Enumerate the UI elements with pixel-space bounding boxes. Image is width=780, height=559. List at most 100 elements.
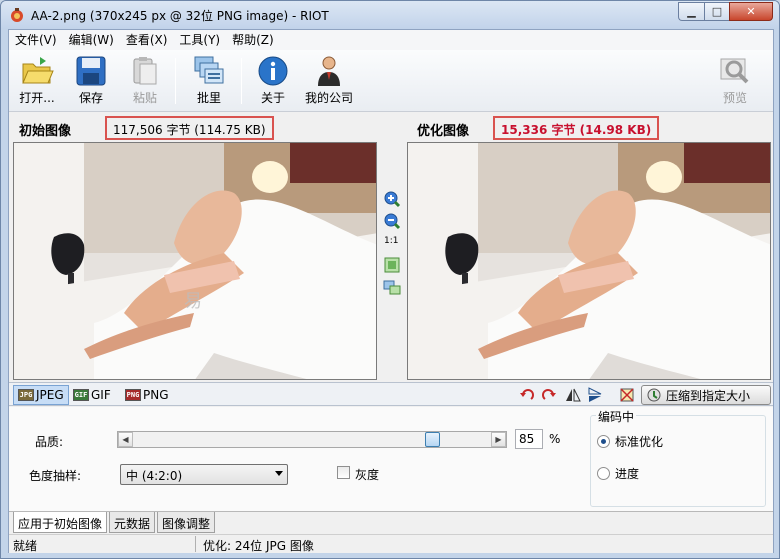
rotate-right-icon[interactable] xyxy=(541,387,557,403)
jpeg-settings-panel: 品质: ◀ ▶ 85 % 色度抽样: 中 (4:2:0) 灰度 编码中 标准优化… xyxy=(9,407,773,511)
status-optimized-info: 优化: 24位 JPG 图像 xyxy=(203,539,314,553)
rotate-left-icon[interactable] xyxy=(519,387,535,403)
grayscale-label: 灰度 xyxy=(355,468,380,482)
fit-image-icon[interactable] xyxy=(383,256,401,274)
png-format-icon: PNG xyxy=(125,389,141,401)
actual-size-button[interactable]: 1:1 xyxy=(384,236,398,246)
preview-magnifier-icon xyxy=(720,58,749,84)
grayscale-checkbox[interactable] xyxy=(337,466,350,479)
menu-bar: 文件(V) 编辑(W) 查看(X) 工具(Y) 帮助(Z) xyxy=(9,30,773,50)
menu-edit[interactable]: 编辑(W) xyxy=(63,30,120,50)
close-button[interactable]: ✕ xyxy=(729,2,773,21)
tab-image-adjust[interactable]: 图像调整 xyxy=(157,512,216,533)
batch-label: 批里 xyxy=(196,91,221,105)
batch-images-icon xyxy=(194,56,224,84)
maximize-button[interactable]: □ xyxy=(704,2,729,21)
tab-jpeg[interactable]: JPG JPEG xyxy=(13,385,69,405)
minimize-button[interactable]: ▁ xyxy=(678,2,704,21)
paste-clipboard-icon xyxy=(133,57,157,85)
chroma-subsampling-select[interactable]: 中 (4:2:0) xyxy=(120,464,288,485)
chevron-down-icon xyxy=(275,471,283,476)
tab-apply-to-original[interactable]: 应用于初始图像 xyxy=(13,512,108,533)
save-disk-icon xyxy=(76,56,106,86)
open-label: 打开... xyxy=(19,91,55,105)
toolbar-separator xyxy=(175,58,176,104)
original-header: 初始图像 117,506 字节 (114.75 KB) xyxy=(13,116,377,142)
close-icon: ✕ xyxy=(746,5,756,18)
tab-gif[interactable]: GIF GIF xyxy=(69,385,115,405)
encoding-group: 编码中 标准优化 进度 xyxy=(590,408,766,507)
encoding-group-title: 编码中 xyxy=(596,408,637,425)
title-bar[interactable]: AA-2.png (370x245 px @ 32位 PNG image) - … xyxy=(1,1,779,29)
about-label: 关于 xyxy=(260,91,285,105)
tab-metadata[interactable]: 元数据 xyxy=(109,512,156,533)
zoom-in-icon[interactable] xyxy=(383,190,401,208)
save-label: 保存 xyxy=(78,91,103,105)
quality-slider-thumb[interactable] xyxy=(424,432,440,447)
maximize-icon: □ xyxy=(711,5,723,18)
optimized-header: 优化图像 15,336 字节 (14.98 KB) xyxy=(407,116,771,142)
minimize-icon: ▁ xyxy=(687,5,696,18)
tab-gif-label: GIF xyxy=(91,388,111,402)
open-folder-icon xyxy=(22,57,54,84)
paste-label: 粘贴 xyxy=(132,91,157,105)
preview-label: 预览 xyxy=(722,91,747,105)
optimized-image-label: 优化图像 xyxy=(417,124,470,139)
compress-to-size-button[interactable]: 压缩到指定大小 xyxy=(641,385,771,405)
client-area: 文件(V) 编辑(W) 查看(X) 工具(Y) 帮助(Z) 打开... 保存 粘… xyxy=(8,29,774,553)
menu-view[interactable]: 查看(X) xyxy=(120,30,174,50)
tab-jpeg-label: JPEG xyxy=(36,388,64,402)
encoding-standard-radio[interactable] xyxy=(597,435,610,448)
original-image-pane[interactable]: 易 xyxy=(13,142,377,380)
company-label: 我的公司 xyxy=(304,91,353,105)
flip-vertical-icon[interactable] xyxy=(587,387,603,403)
business-person-icon xyxy=(318,56,340,86)
menu-help[interactable]: 帮助(Z) xyxy=(226,30,280,50)
paste-button[interactable]: 粘贴 xyxy=(125,54,165,110)
original-photo: 易 xyxy=(14,143,376,379)
company-button[interactable]: 我的公司 xyxy=(301,54,357,110)
about-button[interactable]: 关于 xyxy=(253,54,293,110)
encoding-standard-label: 标准优化 xyxy=(615,435,664,449)
tab-png-label: PNG xyxy=(143,388,169,402)
tab-png[interactable]: PNG PNG xyxy=(121,385,173,405)
quality-percent-label: % xyxy=(549,432,561,446)
flip-horizontal-icon[interactable] xyxy=(565,387,581,403)
save-button[interactable]: 保存 xyxy=(71,54,111,110)
slider-right-arrow-icon[interactable]: ▶ xyxy=(491,432,506,447)
original-size-display: 117,506 字节 (114.75 KB) xyxy=(105,116,274,140)
encoding-progressive-radio[interactable] xyxy=(597,467,610,480)
compare-images-icon[interactable] xyxy=(383,278,401,296)
riot-app-icon xyxy=(11,8,23,22)
optimized-image-pane[interactable] xyxy=(407,142,771,380)
chroma-subsampling-label: 色度抽样: xyxy=(29,469,82,483)
watermark-logo: 易 xyxy=(184,291,202,312)
slider-left-arrow-icon[interactable]: ◀ xyxy=(118,432,133,447)
optimized-photo xyxy=(408,143,770,379)
jpeg-format-icon: JPG xyxy=(18,389,34,401)
chroma-subsampling-value: 中 (4:2:0) xyxy=(126,469,183,483)
gif-format-icon: GIF xyxy=(73,389,89,401)
window-controls: ▁ □ ✕ xyxy=(678,2,773,21)
window-title: AA-2.png (370x245 px @ 32位 PNG image) - … xyxy=(31,9,329,23)
optimized-size-display: 15,336 字节 (14.98 KB) xyxy=(493,116,660,140)
quality-value-input[interactable]: 85 xyxy=(515,429,543,449)
quality-slider[interactable]: ◀ ▶ xyxy=(117,431,507,448)
zoom-out-icon[interactable] xyxy=(383,212,401,230)
crop-icon[interactable] xyxy=(619,387,635,403)
status-bar: 就绪 优化: 24位 JPG 图像 xyxy=(9,534,773,553)
compress-icon xyxy=(647,388,661,402)
batch-button[interactable]: 批里 xyxy=(187,54,231,110)
menu-file[interactable]: 文件(V) xyxy=(9,30,63,50)
format-bar: JPG JPEG GIF GIF PNG PNG 压缩到指定大小 xyxy=(9,382,773,406)
app-window: AA-2.png (370x245 px @ 32位 PNG image) - … xyxy=(0,0,780,559)
bottom-tab-strip: 应用于初始图像 元数据 图像调整 xyxy=(9,511,773,533)
menu-tools[interactable]: 工具(Y) xyxy=(173,30,226,50)
status-separator xyxy=(195,536,196,552)
info-icon xyxy=(258,56,288,86)
preview-button[interactable]: 预览 xyxy=(715,54,755,110)
open-button[interactable]: 打开... xyxy=(13,54,61,110)
quality-label: 品质: xyxy=(35,435,64,449)
original-image-label: 初始图像 xyxy=(19,124,72,139)
toolbar: 打开... 保存 粘贴 批里 关于 我的公司 预览 xyxy=(9,50,773,112)
